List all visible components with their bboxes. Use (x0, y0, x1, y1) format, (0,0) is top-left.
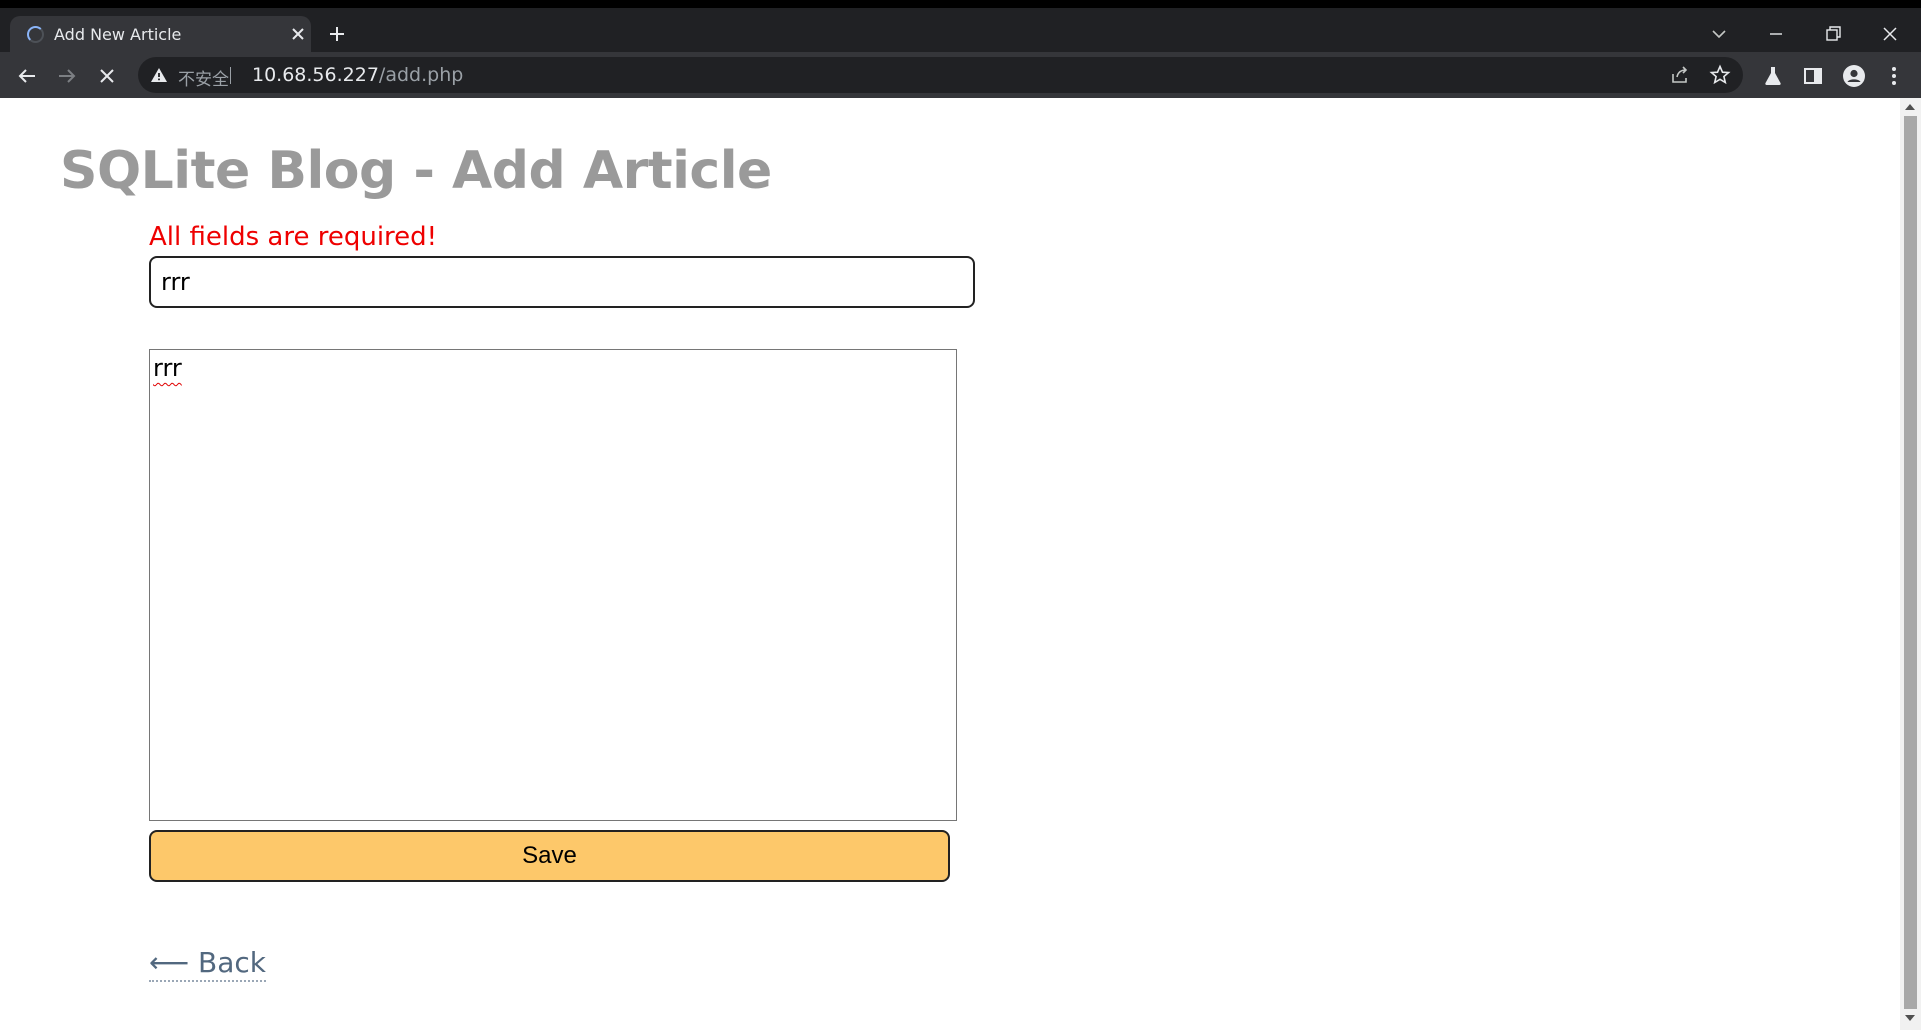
browser-window: Add New Article 不安全 10.68.56.227/add.php… (0, 0, 1921, 1030)
window-top-strip (0, 0, 1921, 8)
page-viewport: SQLite Blog - Add Article All fields are… (0, 98, 1900, 1030)
article-body-textarea[interactable]: rrr (149, 349, 957, 821)
tab-add-new-article[interactable]: Add New Article (10, 16, 311, 52)
stop-loading-icon[interactable] (95, 64, 119, 88)
tab-search-chevron-icon[interactable] (1707, 22, 1731, 46)
page-title: SQLite Blog - Add Article (60, 141, 772, 201)
address-separator (230, 67, 231, 84)
url-host: 10.68.56.227 (252, 64, 379, 86)
labs-flask-icon[interactable] (1761, 64, 1785, 88)
restore-icon[interactable] (1821, 22, 1845, 46)
scroll-down-arrow-icon[interactable] (1905, 1015, 1915, 1021)
minimize-icon[interactable] (1764, 22, 1788, 46)
scroll-up-arrow-icon[interactable] (1905, 104, 1915, 110)
side-panel-icon[interactable] (1801, 64, 1825, 88)
save-button[interactable]: Save (149, 830, 950, 882)
close-tab-icon[interactable] (288, 24, 308, 44)
share-icon[interactable] (1669, 64, 1691, 86)
tab-title: Add New Article (54, 25, 182, 44)
url-path: /add.php (378, 64, 464, 86)
more-menu-icon[interactable] (1882, 64, 1906, 88)
address-bar[interactable]: 不安全 10.68.56.227/add.php (138, 57, 1743, 93)
back-link[interactable]: ⟵ Back (149, 946, 267, 982)
error-message: All fields are required! (149, 222, 438, 252)
article-title-input[interactable] (149, 256, 975, 308)
new-tab-icon[interactable] (325, 22, 349, 46)
bookmark-star-icon[interactable] (1709, 64, 1731, 86)
profile-avatar-icon[interactable] (1842, 64, 1866, 88)
url-text[interactable]: 10.68.56.227/add.php (252, 64, 463, 86)
forward-arrow-icon[interactable] (55, 64, 79, 88)
tab-bar: Add New Article (0, 8, 1921, 52)
loading-spinner-icon (27, 26, 44, 43)
scrollbar-thumb[interactable] (1904, 116, 1917, 1009)
browser-toolbar: 不安全 10.68.56.227/add.php (0, 52, 1921, 98)
back-arrow-icon[interactable] (15, 64, 39, 88)
vertical-scrollbar[interactable] (1900, 98, 1921, 1030)
not-secure-label[interactable]: 不安全 (178, 65, 229, 90)
close-window-icon[interactable] (1878, 22, 1902, 46)
warning-triangle-icon[interactable] (150, 66, 168, 84)
